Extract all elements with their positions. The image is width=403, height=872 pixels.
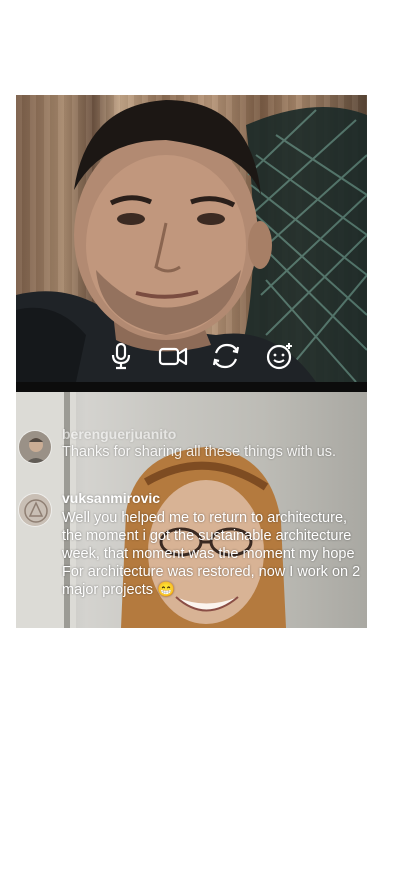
flip-camera-button[interactable]: [209, 339, 243, 373]
comment-username[interactable]: berenguerjuanito: [62, 426, 176, 442]
avatar[interactable]: [18, 430, 52, 464]
comment-username[interactable]: vuksanmirovic: [62, 490, 160, 506]
call-controls-bar: [16, 339, 367, 375]
video-camera-icon: [158, 347, 188, 366]
flip-camera-icon: [212, 343, 240, 369]
face-effects-icon: [266, 343, 292, 370]
effects-button[interactable]: [263, 339, 297, 373]
avatar[interactable]: [18, 493, 52, 527]
comment-text: Well you helped me to return to architec…: [62, 510, 361, 598]
comment-text: Thanks for sharing all these things with…: [62, 444, 337, 460]
camera-button[interactable]: [156, 339, 190, 373]
microphone-button[interactable]: [104, 339, 138, 373]
live-video-frame: berenguerjuanito Thanks for sharing all …: [16, 95, 367, 628]
host-video-feed: [16, 95, 367, 382]
video-divider: [16, 382, 367, 392]
microphone-icon: [111, 342, 131, 370]
